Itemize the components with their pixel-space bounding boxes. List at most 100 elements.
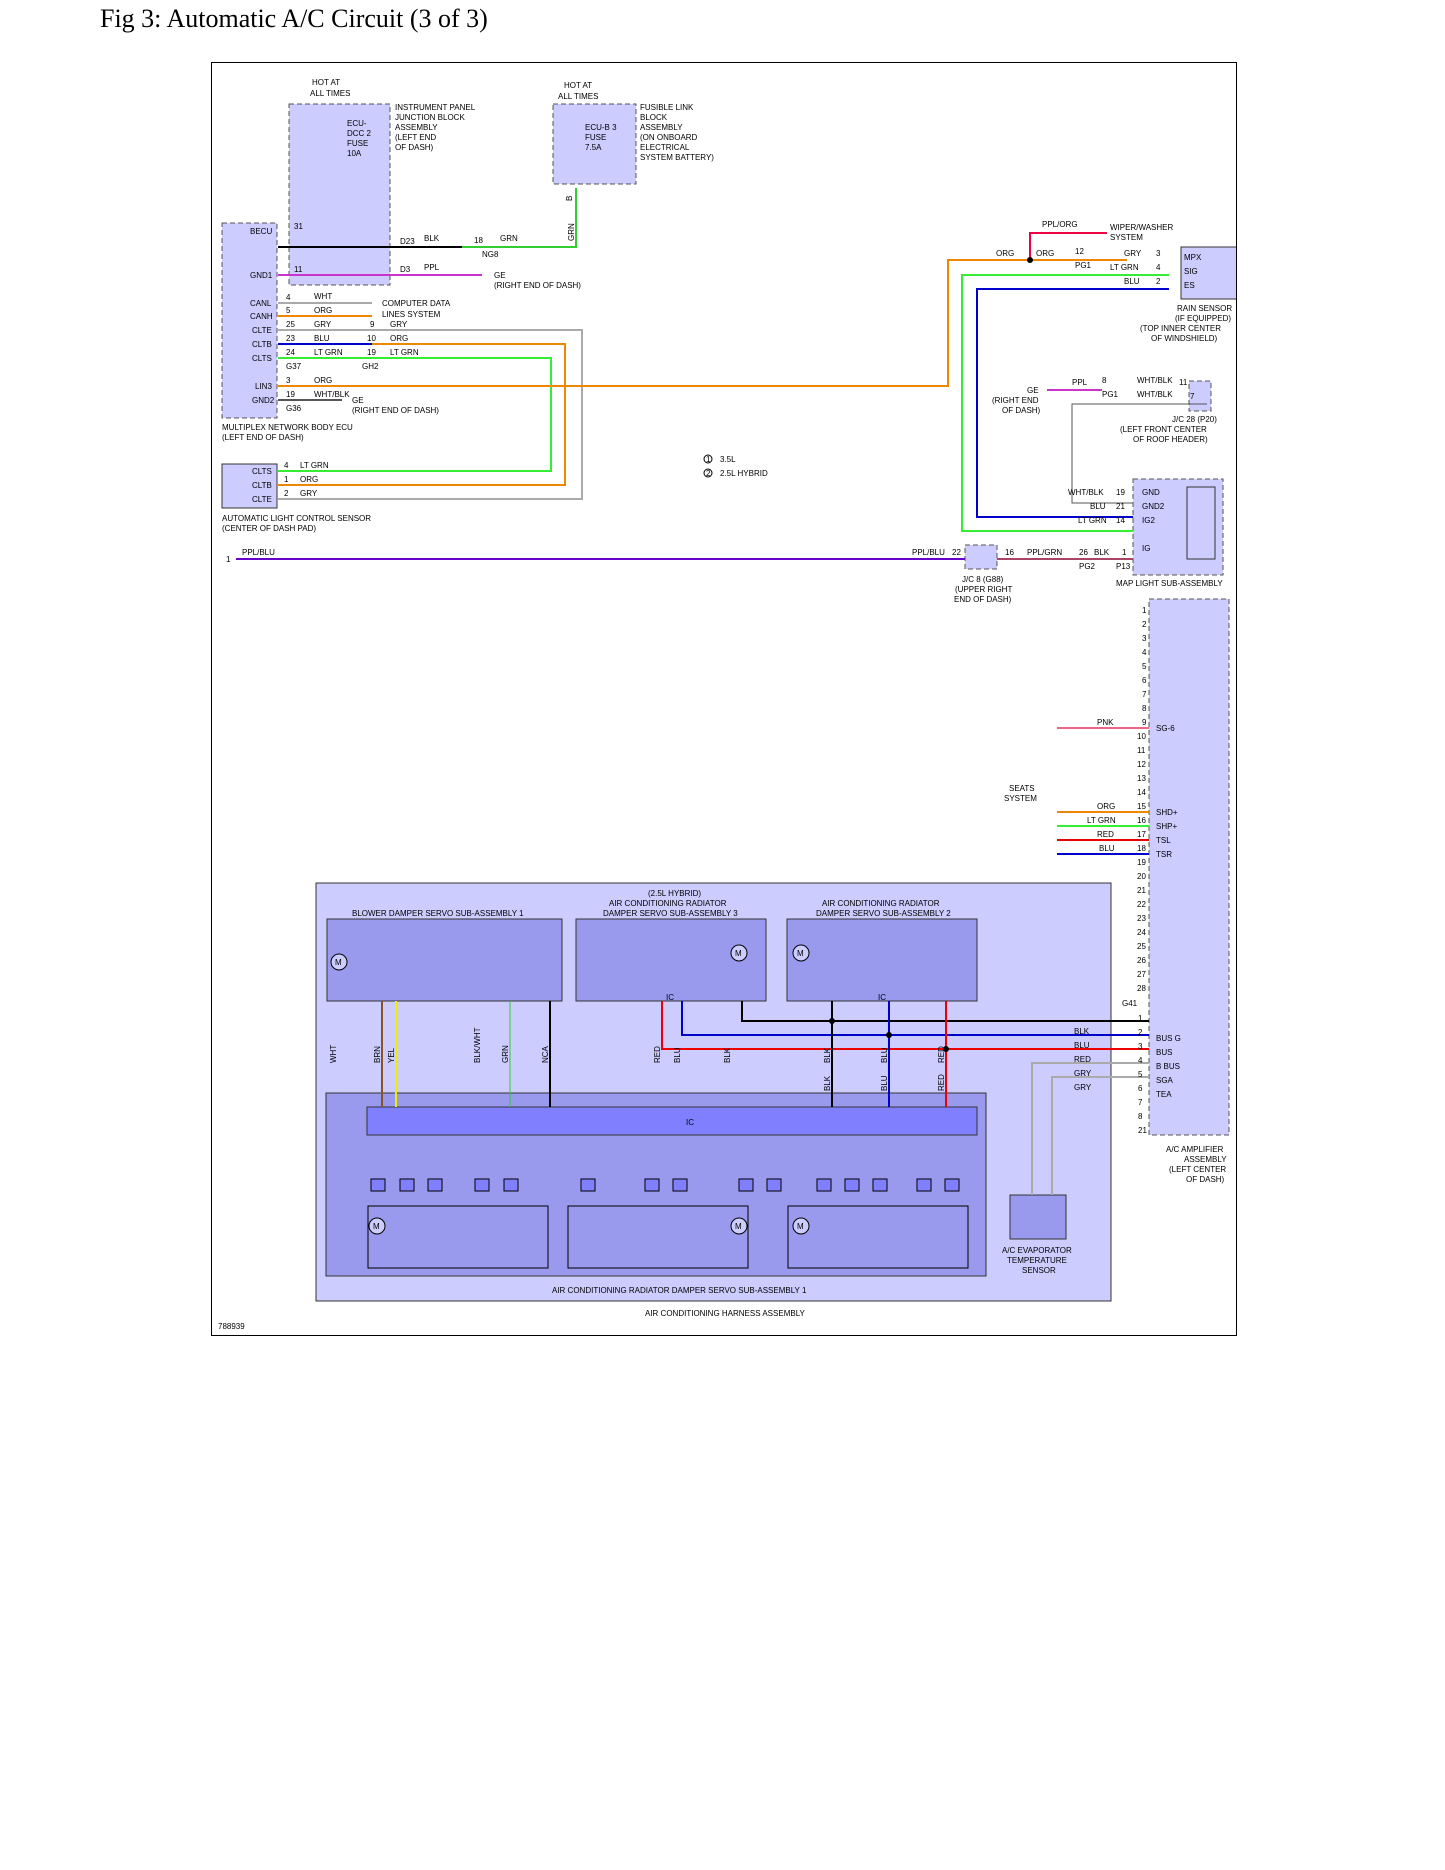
pb-16: 16 xyxy=(1005,548,1014,557)
amp-pin-number: 20 xyxy=(1137,872,1146,881)
ic-label-3: IC xyxy=(666,993,674,1002)
vlabel-blk: BLK xyxy=(723,1047,732,1063)
amp-tea: TEA xyxy=(1156,1090,1172,1099)
amp-sg6: SG-6 xyxy=(1156,724,1175,733)
ml-14: 14 xyxy=(1116,516,1125,525)
pin-canl: CANL xyxy=(250,299,272,308)
amp-pin-number: 15 xyxy=(1137,802,1146,811)
pin-cltb: CLTB xyxy=(252,340,272,349)
evap-name-2: TEMPERATURE xyxy=(1007,1256,1067,1265)
pb-pplgrn: PPL/GRN xyxy=(1027,548,1062,557)
flb-3: ASSEMBLY xyxy=(640,123,683,132)
pb-pplblu: PPL/BLU xyxy=(242,548,275,557)
vlabel-blu2: BLU xyxy=(880,1047,889,1063)
ground-ge-a2: (RIGHT END OF DASH) xyxy=(494,281,581,290)
pin-19: 19 xyxy=(286,390,295,399)
junction-ltgrn: LT GRN xyxy=(390,348,419,357)
ic-pin xyxy=(427,1178,443,1192)
wire-wht-label: WHT xyxy=(314,292,332,301)
ml-ig: IG xyxy=(1142,544,1150,553)
vlabel-blkwht: BLK/WHT xyxy=(473,1027,482,1063)
wiring-diagram: HOT AT ALL TIMES HOT AT ALL TIMES INSTRU… xyxy=(218,78,1236,1331)
flb-4: (ON ONBOARD xyxy=(640,133,698,142)
junction-gry: GRY xyxy=(390,320,408,329)
junction-org: ORG xyxy=(390,334,408,343)
als-1: 1 xyxy=(284,475,289,484)
seat-org: ORG xyxy=(1097,802,1115,811)
ipjb-line-3: ASSEMBLY xyxy=(395,123,438,132)
amp-pin-number: 1 xyxy=(1142,606,1147,615)
amp-pin-number: 12 xyxy=(1137,760,1146,769)
ml-name: MAP LIGHT SUB-ASSEMBLY xyxy=(1116,579,1223,588)
hot-label-1a: HOT AT xyxy=(312,78,340,87)
vlabel-yel: YEL xyxy=(387,1047,396,1063)
wire-ppl-label: PPL xyxy=(424,263,440,272)
amp-pin-number: 7 xyxy=(1142,690,1147,699)
junction-9: 9 xyxy=(370,320,375,329)
ecu-dcc-2: DCC 2 xyxy=(347,129,372,138)
seat-pnk: PNK xyxy=(1097,718,1114,727)
amp-name-4: OF DASH) xyxy=(1186,1175,1225,1184)
amp-pin-number: 23 xyxy=(1137,914,1146,923)
wire-whtblk-label: WHT/BLK xyxy=(314,390,350,399)
seat-ltgrn: LT GRN xyxy=(1087,816,1116,825)
amp-name-2: ASSEMBLY xyxy=(1184,1155,1227,1164)
ic-pin xyxy=(916,1178,932,1192)
flb-1: FUSIBLE LINK xyxy=(640,103,694,112)
ic-pin xyxy=(672,1178,688,1192)
jc-ppl: PPL xyxy=(1072,378,1088,387)
als-gry: GRY xyxy=(300,489,318,498)
vlabel-blk2: BLK xyxy=(823,1047,832,1063)
pb-pg2: PG2 xyxy=(1079,562,1096,571)
amp-pin-number: 6 xyxy=(1142,676,1147,685)
amp-pin-number: 17 xyxy=(1137,830,1146,839)
ipjb-line-4: (LEFT END xyxy=(395,133,436,142)
rs-name-3: (TOP INNER CENTER xyxy=(1140,324,1221,333)
ecub3-3: 7.5A xyxy=(585,143,602,152)
pb-1b: 1 xyxy=(1122,548,1127,557)
vlabel-red2: RED xyxy=(937,1046,946,1063)
amp-pin-numbers: 1234567891011121314151617181920212223242… xyxy=(1137,606,1147,1135)
evap-name-1: A/C EVAPORATOR xyxy=(1002,1246,1072,1255)
seat-blu: BLU xyxy=(1099,844,1115,853)
conn-ng8: NG8 xyxy=(482,250,499,259)
pb-blk: BLK xyxy=(1094,548,1110,557)
als-ltgrn: LT GRN xyxy=(300,461,329,470)
seats-2: SYSTEM xyxy=(1004,794,1037,803)
jc-wb1: WHT/BLK xyxy=(1137,376,1173,385)
jc-7: 7 xyxy=(1190,392,1195,401)
amp-pin-number: 18 xyxy=(1137,844,1146,853)
pin-31: 31 xyxy=(294,222,303,231)
junction-10: 10 xyxy=(367,334,376,343)
amp-tsl: TSL xyxy=(1156,836,1171,845)
pin-25: 25 xyxy=(286,320,295,329)
rs-pg1: PG1 xyxy=(1075,261,1092,270)
junction-19: 19 xyxy=(367,348,376,357)
harness-name: AIR CONDITIONING HARNESS ASSEMBLY xyxy=(645,1309,806,1318)
wire-ltgrn-label: LT GRN xyxy=(314,348,343,357)
amp-pin-number: 11 xyxy=(1137,746,1146,755)
motor-label: M xyxy=(335,958,342,967)
amp-shp: SHP+ xyxy=(1156,822,1177,831)
amp-pin-number: 8 xyxy=(1142,704,1147,713)
motor-label: M xyxy=(735,949,742,958)
als-name-1: AUTOMATIC LIGHT CONTROL SENSOR xyxy=(222,514,371,523)
pin-4: 4 xyxy=(286,293,291,302)
amp-pin-number: 16 xyxy=(1137,816,1146,825)
bds1-name: BLOWER DAMPER SERVO SUB-ASSEMBLY 1 xyxy=(352,909,524,918)
ic-pin xyxy=(816,1178,832,1192)
conn-gh2: GH2 xyxy=(362,362,379,371)
amp-bus: BUS xyxy=(1156,1048,1172,1057)
jc-8: 8 xyxy=(1102,376,1107,385)
jc8-1: J/C 8 (G88) xyxy=(962,575,1004,584)
conn-g36: G36 xyxy=(286,404,302,413)
flb-5: ELECTRICAL xyxy=(640,143,690,152)
amp-pin-number: 5 xyxy=(1142,662,1147,671)
bus-gry2: GRY xyxy=(1074,1083,1092,1092)
pin-23: 23 xyxy=(286,334,295,343)
rs-4: 4 xyxy=(1156,263,1161,272)
amp-pin-number: 21 xyxy=(1137,886,1146,895)
motor-label: M xyxy=(735,1222,742,1231)
figure-title: Fig 3: Automatic A/C Circuit (3 of 3) xyxy=(100,4,488,33)
mpx-ecu-1: MULTIPLEX NETWORK BODY ECU xyxy=(222,423,353,432)
